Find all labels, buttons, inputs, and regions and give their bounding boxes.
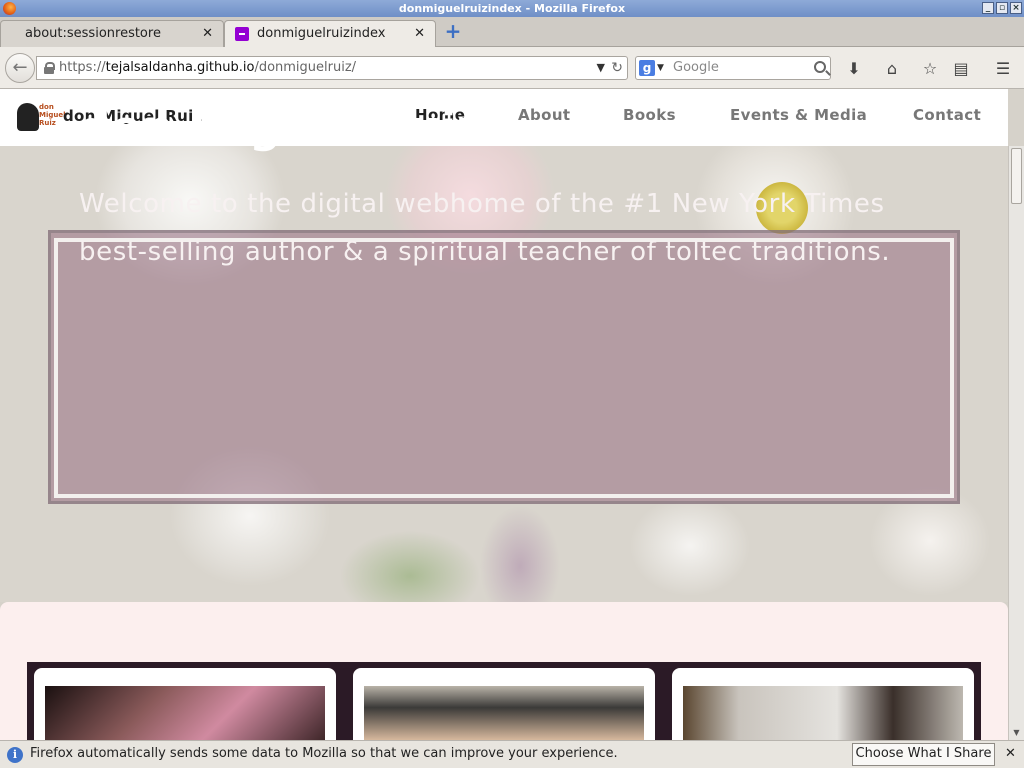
search-engine-dropdown-icon[interactable]: ▼ xyxy=(657,57,664,79)
tab-label: about:sessionrestore xyxy=(25,26,161,41)
home-icon[interactable]: ⌂ xyxy=(882,59,902,79)
card-row xyxy=(27,662,981,740)
page-scrollbar[interactable]: ▼ xyxy=(1008,146,1024,740)
download-icon[interactable]: ⬇ xyxy=(844,59,864,79)
window-titlebar: donmiguelruizindex - Mozilla Firefox _ ▫… xyxy=(0,0,1024,17)
tab-donmiguelruizindex[interactable]: donmiguelruizindex ✕ xyxy=(224,20,436,47)
url-host: tejalsaldanha.github.io xyxy=(105,60,255,75)
close-icon[interactable]: ✕ xyxy=(1005,741,1016,767)
nav-contact[interactable]: Contact xyxy=(913,106,981,124)
dropdown-icon[interactable]: ▼ xyxy=(597,57,605,79)
logo-wordmark: don Miguel Ruiz xyxy=(39,103,66,127)
url-path: /donmiguelruiz/ xyxy=(254,60,357,75)
url-bar[interactable]: https://tejalsaldanha.github.io/donmigue… xyxy=(36,56,628,80)
hero-panel-border xyxy=(54,238,954,498)
bookmark-star-icon[interactable]: ☆ xyxy=(920,59,940,79)
reload-icon[interactable]: ↻ xyxy=(611,57,623,79)
close-icon[interactable]: ✕ xyxy=(414,21,425,47)
minimize-icon[interactable]: _ xyxy=(982,2,994,14)
firefox-icon xyxy=(3,2,16,15)
url-prefix: https:// xyxy=(59,60,106,75)
choose-what-i-share-button[interactable]: Choose What I Share xyxy=(852,743,995,766)
maximize-icon[interactable]: ▫ xyxy=(996,2,1008,14)
notification-message: Firefox automatically sends some data to… xyxy=(30,746,618,761)
notification-bar: i Firefox automatically sends some data … xyxy=(0,740,1024,768)
tab-strip: about:sessionrestore ✕ donmiguelruizinde… xyxy=(0,17,1024,47)
tab-sessionrestore[interactable]: about:sessionrestore ✕ xyxy=(0,20,224,47)
window-controls: _ ▫ × xyxy=(982,2,1022,14)
nav-events-media[interactable]: Events & Media xyxy=(730,106,867,124)
feature-card[interactable] xyxy=(34,668,336,740)
featured-section xyxy=(0,602,1008,740)
new-tab-icon[interactable]: + xyxy=(443,21,463,42)
site-logo[interactable]: don Miguel Ruiz xyxy=(17,103,66,133)
card-image xyxy=(45,686,325,740)
silhouette-icon xyxy=(17,103,39,131)
search-placeholder: Google xyxy=(673,60,719,75)
tab-favicon-icon xyxy=(235,27,249,41)
search-bar[interactable]: g ▼ Google xyxy=(635,56,831,80)
tab-label: donmiguelruizindex xyxy=(257,26,386,41)
hero-text: Welcome to the digital webhome of the #1… xyxy=(79,189,891,267)
feature-card[interactable] xyxy=(353,668,655,740)
close-window-icon[interactable]: × xyxy=(1010,2,1022,14)
card-image xyxy=(364,686,644,740)
card-image xyxy=(683,686,963,740)
info-icon: i xyxy=(7,747,23,763)
feature-card[interactable] xyxy=(672,668,974,740)
menu-icon[interactable]: ☰ xyxy=(993,59,1013,79)
scroll-down-icon[interactable]: ▼ xyxy=(1011,727,1022,739)
navigation-toolbar: ← https://tejalsaldanha.github.io/donmig… xyxy=(0,47,1024,89)
scrollbar-thumb[interactable] xyxy=(1011,148,1022,204)
nav-about[interactable]: About xyxy=(518,106,571,124)
google-icon[interactable]: g xyxy=(639,60,655,76)
back-icon[interactable]: ← xyxy=(5,53,35,83)
window-title: donmiguelruizindex - Mozilla Firefox xyxy=(398,2,626,15)
search-icon[interactable] xyxy=(814,61,826,73)
hero-title: don Miguel Ruiz xyxy=(79,102,483,153)
nav-books[interactable]: Books xyxy=(623,106,676,124)
reading-list-icon[interactable]: ▤ xyxy=(951,59,971,79)
close-icon[interactable]: ✕ xyxy=(202,21,213,47)
lock-icon xyxy=(44,62,55,74)
